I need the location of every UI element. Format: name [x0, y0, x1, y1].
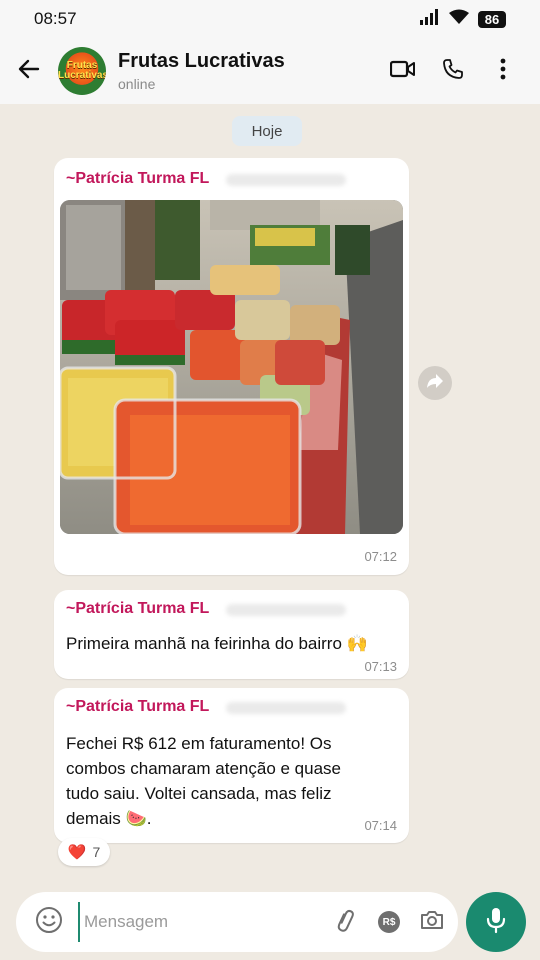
payment-icon[interactable]: R$ [378, 911, 400, 933]
wifi-icon [448, 9, 470, 30]
back-button[interactable] [0, 38, 58, 104]
avatar-logo-text: Frutas Lucrativas [58, 60, 106, 81]
message-text: Fechei R$ 612 em faturamento! Os combos … [66, 734, 341, 828]
more-vert-icon [500, 58, 506, 85]
more-options-button[interactable] [488, 56, 518, 86]
voice-message-button[interactable] [466, 892, 526, 952]
message-input[interactable] [78, 902, 326, 942]
emoji-icon [35, 906, 63, 939]
video-call-icon [389, 59, 416, 84]
date-divider: Hoje [232, 116, 302, 146]
status-bar: 08:57 86 [0, 0, 540, 38]
attach-icon[interactable] [334, 908, 358, 937]
composer-icons: R$ [334, 908, 444, 937]
group-avatar[interactable]: Frutas Lucrativas [58, 47, 106, 95]
reaction-badge[interactable]: ❤️ 7 [58, 838, 110, 866]
sender-phone-redacted [226, 702, 346, 714]
message-sender: ~Patrícia Turma FL [66, 698, 210, 715]
heart-reaction-icon: ❤️ [67, 844, 87, 861]
status-time: 08:57 [34, 9, 77, 28]
message-sender: ~Patrícia Turma FL [66, 170, 210, 187]
microphone-icon [485, 906, 507, 939]
battery-badge: 86 [478, 10, 506, 28]
chat-status: online [118, 76, 156, 92]
status-icons: 86 [420, 8, 506, 30]
sender-phone-redacted [226, 174, 346, 186]
message-time: 07:14 [364, 818, 397, 833]
voice-call-button[interactable] [438, 56, 468, 86]
message-sender: ~Patrícia Turma FL [66, 600, 210, 617]
chat-header: Frutas Lucrativas Frutas Lucrativas onlin… [0, 38, 540, 104]
chat-title: Frutas Lucrativas [118, 50, 285, 72]
message-text-bubble[interactable]: ~Patrícia Turma FL Fechei R$ 612 em fatu… [54, 688, 409, 843]
forward-icon [426, 373, 444, 394]
sender-phone-redacted [226, 604, 346, 616]
header-actions [388, 56, 540, 86]
message-time: 07:13 [364, 659, 397, 674]
fruit-stand-photo[interactable] [60, 200, 403, 534]
phone-icon [442, 58, 464, 85]
message-image-bubble[interactable]: ~Patrícia Turma FL 07:12 [54, 158, 409, 575]
message-text-bubble[interactable]: ~Patrícia Turma FL Primeira manhã na fei… [54, 590, 409, 679]
message-composer: R$ [16, 892, 458, 952]
video-call-button[interactable] [388, 56, 418, 86]
forward-button[interactable] [418, 366, 452, 400]
chat-title-block[interactable]: Frutas Lucrativas online [118, 50, 388, 92]
emoji-button[interactable] [32, 905, 66, 939]
camera-icon[interactable] [420, 909, 444, 936]
reaction-count: 7 [92, 844, 101, 860]
signal-icon [420, 8, 440, 30]
message-time: 07:12 [364, 549, 397, 564]
message-text: Primeira manhã na feirinha do bairro 🙌 [66, 634, 368, 653]
arrow-left-icon [17, 57, 41, 86]
